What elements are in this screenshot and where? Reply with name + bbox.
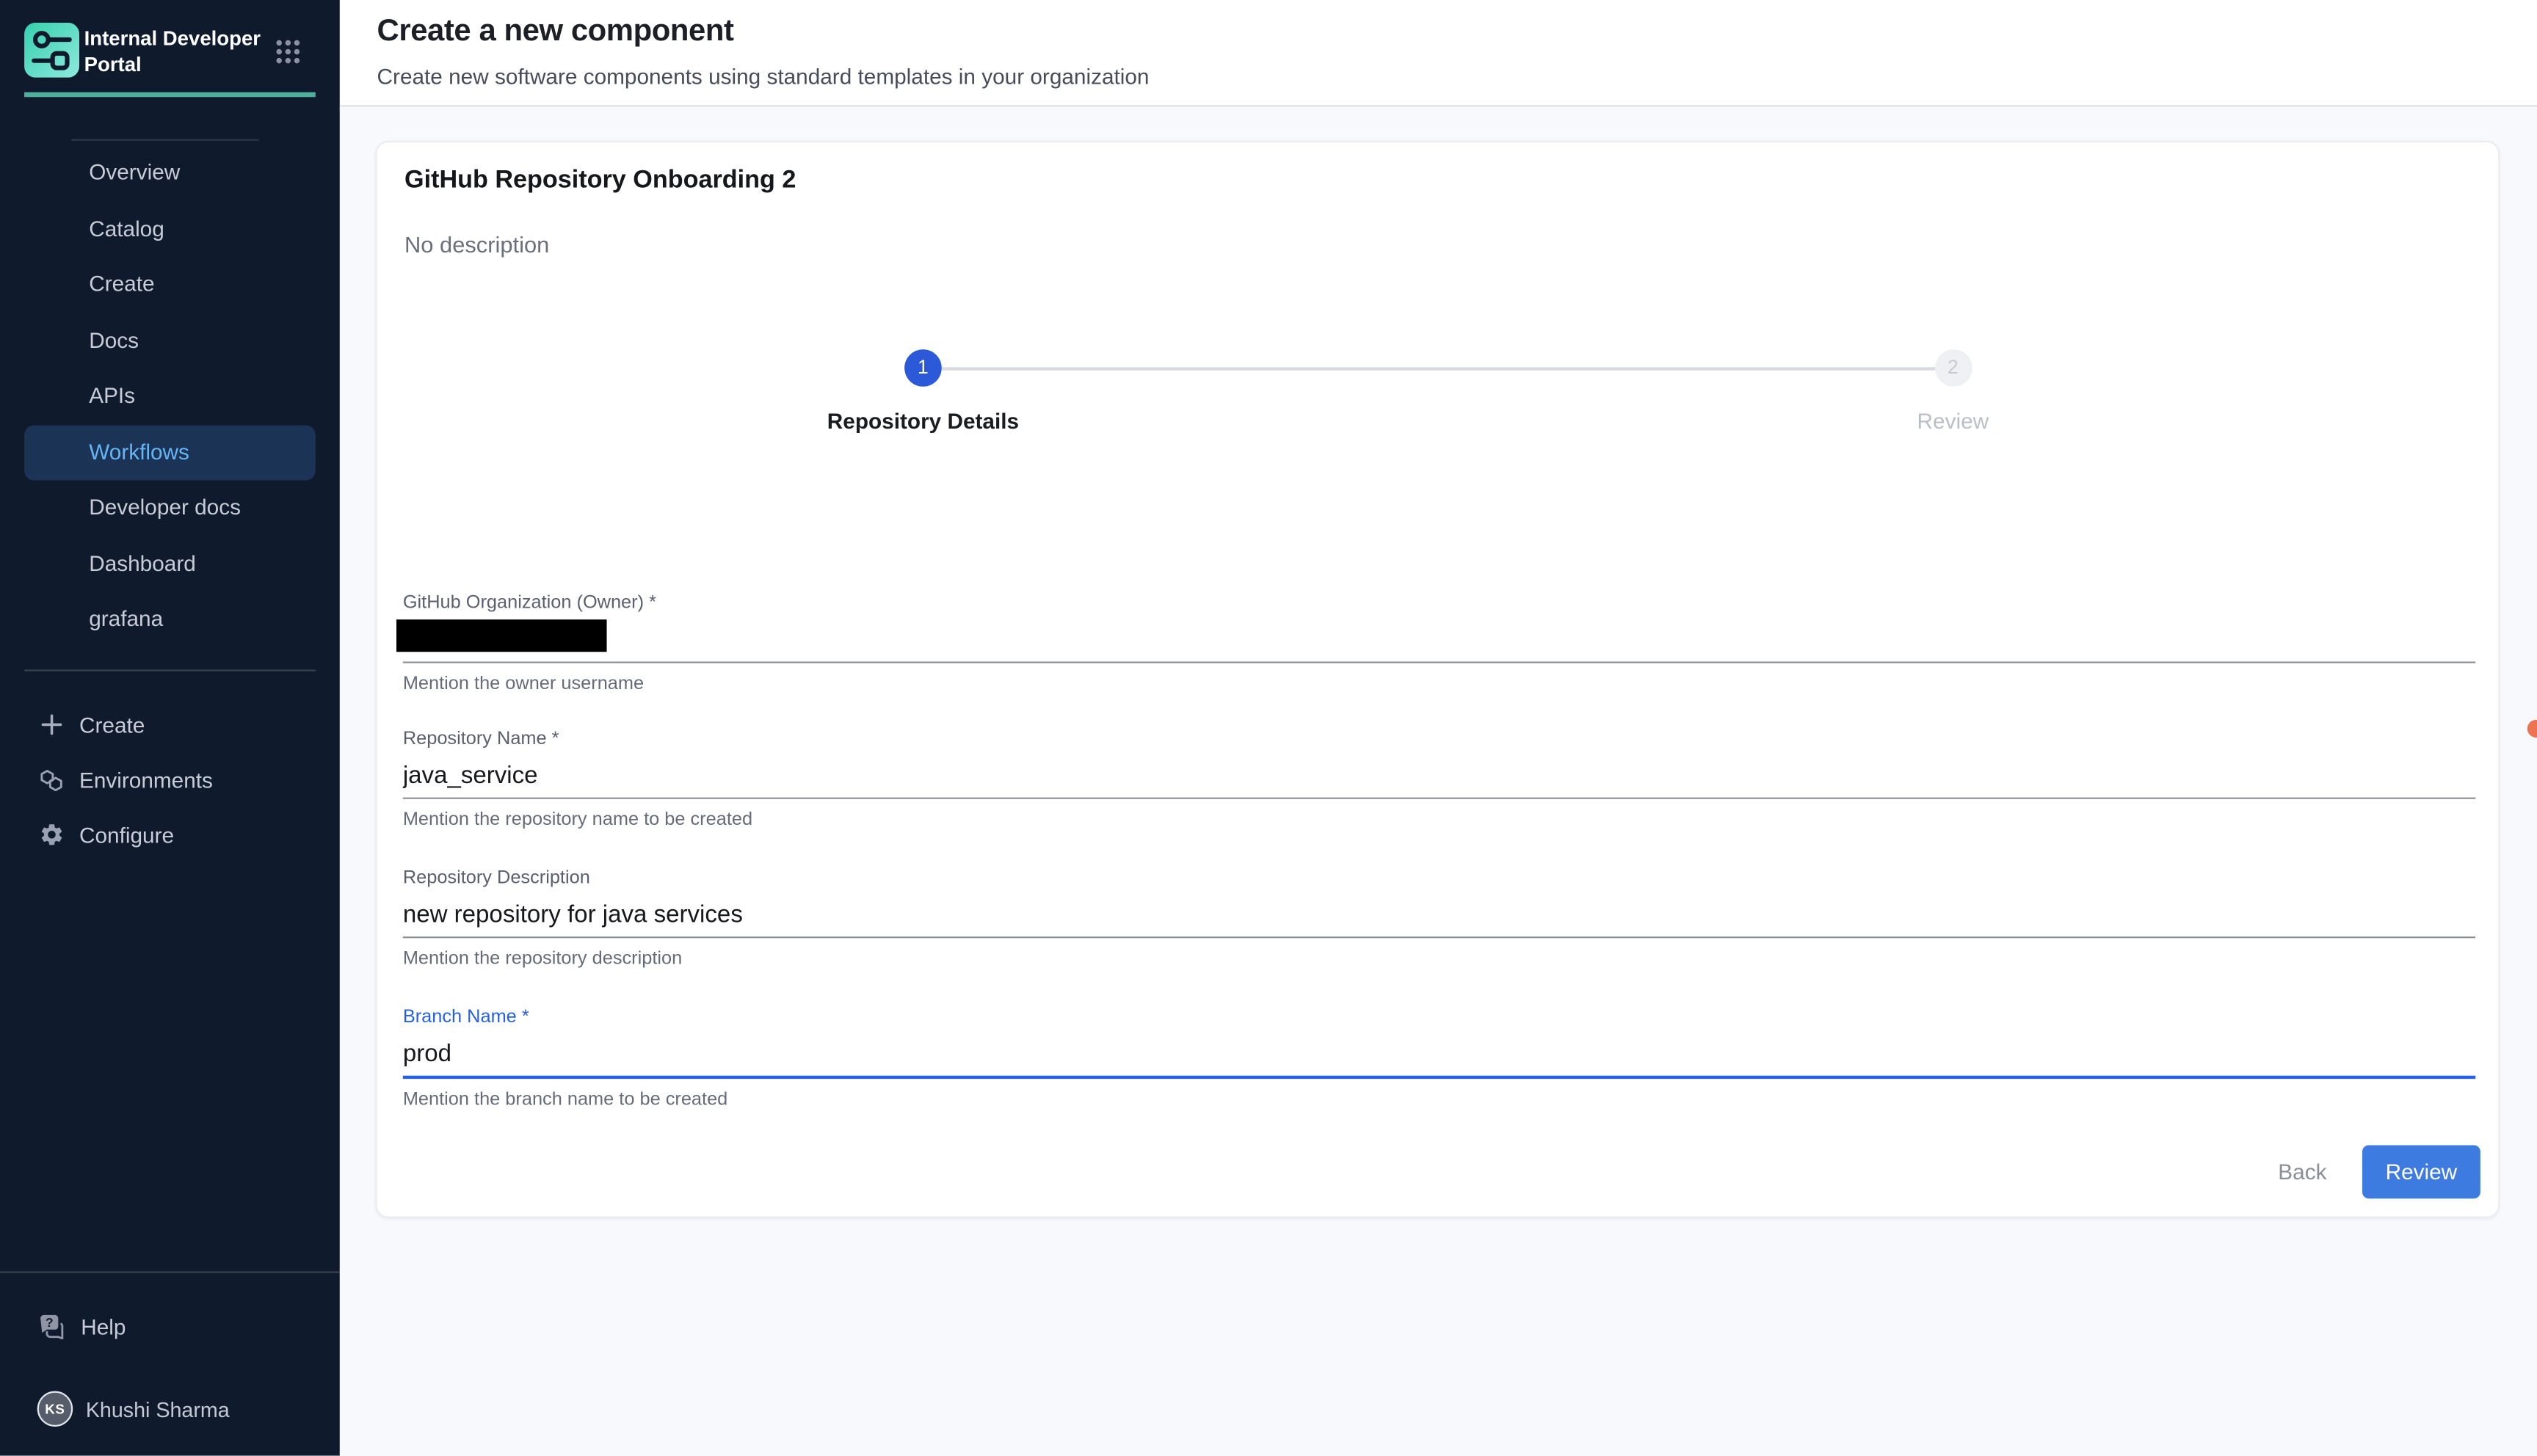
sidebar-item-grafana[interactable]: grafana xyxy=(24,592,316,647)
field-branch-name: Branch Name * Mention the branch name to… xyxy=(403,1008,2475,1110)
sidebar-item-overview[interactable]: Overview xyxy=(24,145,316,200)
user-name: Khushi Sharma xyxy=(86,1397,230,1421)
sidebar: Internal Developer Portal Overview Catal… xyxy=(0,0,340,1456)
input-underline xyxy=(403,893,2475,939)
field-helper: Mention the branch name to be created xyxy=(403,1091,2475,1110)
page-title: Create a new component xyxy=(377,15,734,50)
svg-text:?: ? xyxy=(46,1315,54,1330)
field-label: Repository Description xyxy=(403,869,2475,888)
nav-group-divider xyxy=(71,139,259,141)
page-subtitle: Create new software components using sta… xyxy=(377,65,1150,89)
step-number: 1 xyxy=(904,349,942,387)
main-area: Create a new component Create new softwa… xyxy=(340,0,2537,1456)
apps-grid-icon[interactable] xyxy=(275,39,301,65)
sidebar-item-workflows[interactable]: Workflows xyxy=(24,425,316,480)
sidebar-footer-divider xyxy=(0,1271,340,1273)
gear-icon xyxy=(39,822,65,848)
field-label: Branch Name * xyxy=(403,1008,2475,1027)
step-label: Repository Details xyxy=(827,410,1019,434)
stepper-connector xyxy=(942,367,1935,369)
field-helper: Mention the repository name to be create… xyxy=(403,810,2475,829)
step-number: 2 xyxy=(1934,349,1972,387)
help-button[interactable]: ? Help xyxy=(24,1299,316,1354)
logo-row: Internal Developer Portal xyxy=(0,0,340,90)
sidebar-action-label: Environments xyxy=(79,768,213,792)
content-area: GitHub Repository Onboarding 2 No descri… xyxy=(340,106,2537,1455)
input-underline xyxy=(403,754,2475,799)
step-repository-details[interactable]: 1 Repository Details xyxy=(904,349,942,387)
step-review[interactable]: 2 Review xyxy=(1934,349,1972,387)
sidebar-item-create[interactable]: Create xyxy=(24,257,316,312)
sidebar-action-label: Create xyxy=(79,713,145,737)
sidebar-item-developer-docs[interactable]: Developer docs xyxy=(24,481,316,536)
user-menu[interactable]: KS Khushi Sharma xyxy=(24,1381,316,1436)
field-repository-description: Repository Description Mention the repos… xyxy=(403,869,2475,969)
field-label: Repository Name * xyxy=(403,729,2475,749)
review-button[interactable]: Review xyxy=(2362,1145,2480,1198)
redacted-value xyxy=(396,619,607,652)
app-logo-icon xyxy=(24,23,79,78)
step-label: Review xyxy=(1917,410,1989,434)
field-label: GitHub Organization (Owner) * xyxy=(403,594,2475,613)
sidebar-item-catalog[interactable]: Catalog xyxy=(24,201,316,256)
app-title: Internal Developer Portal xyxy=(84,26,262,78)
sidebar-action-create[interactable]: Create xyxy=(24,697,316,752)
field-repository-name: Repository Name * Mention the repository… xyxy=(403,729,2475,830)
help-chat-icon: ? xyxy=(39,1314,66,1339)
repository-description-input[interactable] xyxy=(403,893,2475,937)
help-label: Help xyxy=(81,1314,126,1339)
back-button[interactable]: Back xyxy=(2251,1155,2354,1187)
workflow-title: GitHub Repository Onboarding 2 xyxy=(404,167,796,196)
page-header: Create a new component Create new softwa… xyxy=(340,0,2537,106)
field-helper: Mention the repository description xyxy=(403,950,2475,969)
workflow-description: No description xyxy=(404,231,549,257)
input-underline xyxy=(403,1032,2475,1079)
plus-icon xyxy=(39,712,65,738)
sidebar-action-environments[interactable]: Environments xyxy=(24,752,316,807)
hexagons-icon xyxy=(39,767,65,793)
sidebar-item-dashboard[interactable]: Dashboard xyxy=(24,536,316,592)
sidebar-item-apis[interactable]: APIs xyxy=(24,369,316,424)
workflow-card: GitHub Repository Onboarding 2 No descri… xyxy=(375,141,2500,1218)
avatar: KS xyxy=(37,1391,73,1427)
sidebar-item-docs[interactable]: Docs xyxy=(24,313,316,368)
field-github-organization: GitHub Organization (Owner) * Mention th… xyxy=(403,594,2475,694)
branch-name-input[interactable] xyxy=(403,1032,2475,1076)
input-underline xyxy=(403,618,2475,663)
sidebar-section-divider xyxy=(24,669,316,671)
sidebar-action-label: Configure xyxy=(79,823,174,847)
field-helper: Mention the owner username xyxy=(403,674,2475,694)
github-organization-input[interactable] xyxy=(403,618,2475,662)
repository-name-input[interactable] xyxy=(403,754,2475,798)
logo-underline xyxy=(24,92,316,97)
app-root: Internal Developer Portal Overview Catal… xyxy=(0,0,2537,1456)
sidebar-action-configure[interactable]: Configure xyxy=(24,807,316,862)
